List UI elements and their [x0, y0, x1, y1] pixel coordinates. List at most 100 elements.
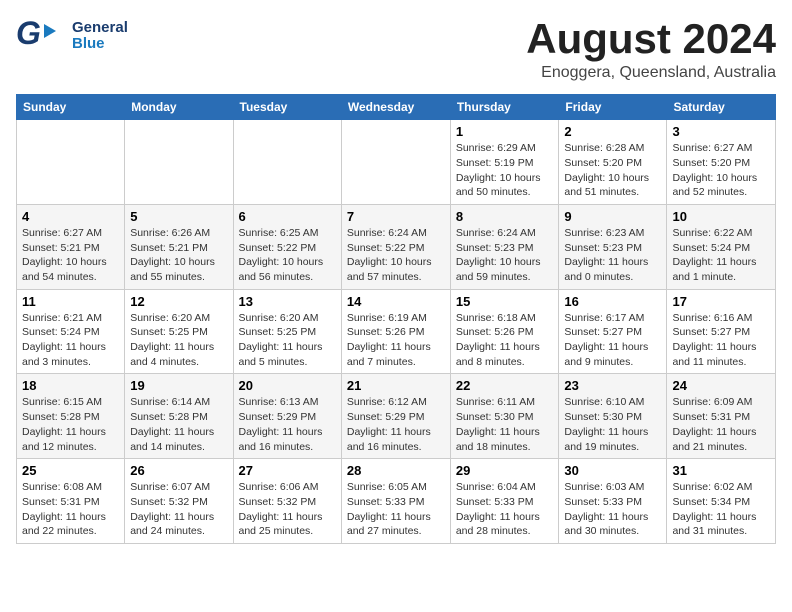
calendar-cell: 15Sunrise: 6:18 AMSunset: 5:26 PMDayligh… [450, 289, 559, 374]
calendar-cell [233, 120, 341, 205]
cell-info: Sunrise: 6:23 AMSunset: 5:23 PMDaylight:… [564, 226, 661, 285]
cell-info: Sunrise: 6:08 AMSunset: 5:31 PMDaylight:… [22, 480, 119, 539]
header-cell-thursday: Thursday [450, 95, 559, 120]
logo-blue-text: Blue [72, 36, 128, 53]
cell-info: Sunrise: 6:25 AMSunset: 5:22 PMDaylight:… [239, 226, 336, 285]
day-number: 31 [672, 463, 770, 478]
cell-info: Sunrise: 6:28 AMSunset: 5:20 PMDaylight:… [564, 141, 661, 200]
day-number: 13 [239, 294, 336, 309]
calendar-cell: 18Sunrise: 6:15 AMSunset: 5:28 PMDayligh… [17, 374, 125, 459]
calendar-cell: 24 Sunrise: 6:09 AMSunset: 5:31 PMDayligh… [667, 374, 776, 459]
day-number: 11 [22, 294, 119, 309]
calendar-body: 1Sunrise: 6:29 AMSunset: 5:19 PMDaylight… [17, 120, 776, 544]
calendar-cell: 22 Sunrise: 6:11 AMSunset: 5:30 PMDayligh… [450, 374, 559, 459]
day-number: 25 [22, 463, 119, 478]
header-cell-tuesday: Tuesday [233, 95, 341, 120]
day-number: 20 [239, 378, 336, 393]
cell-info: Sunrise: 6:20 AMSunset: 5:25 PMDaylight:… [239, 311, 336, 370]
page-header: G General Blue August 2024 Enoggera, Que… [16, 16, 776, 82]
day-number: 18 [22, 378, 119, 393]
header-cell-saturday: Saturday [667, 95, 776, 120]
calendar-cell [17, 120, 125, 205]
cell-info: Sunrise: 6:16 AMSunset: 5:27 PMDaylight:… [672, 311, 770, 370]
cell-info: Sunrise: 6:11 AMSunset: 5:30 PMDaylight:… [456, 395, 554, 454]
day-number: 10 [672, 209, 770, 224]
header-row: SundayMondayTuesdayWednesdayThursdayFrid… [17, 95, 776, 120]
week-row-4: 18Sunrise: 6:15 AMSunset: 5:28 PMDayligh… [17, 374, 776, 459]
header-cell-monday: Monday [125, 95, 233, 120]
cell-info: Sunrise: 6:21 AMSunset: 5:24 PMDaylight:… [22, 311, 119, 370]
cell-info: Sunrise: 6:24 AMSunset: 5:23 PMDaylight:… [456, 226, 554, 285]
calendar-cell: 4 Sunrise: 6:27 AMSunset: 5:21 PMDaylight… [17, 204, 125, 289]
day-number: 22 [456, 378, 554, 393]
calendar-cell: 29 Sunrise: 6:04 AMSunset: 5:33 PMDayligh… [450, 459, 559, 544]
calendar-cell: 14Sunrise: 6:19 AMSunset: 5:26 PMDayligh… [341, 289, 450, 374]
cell-info: Sunrise: 6:18 AMSunset: 5:26 PMDaylight:… [456, 311, 554, 370]
svg-text:G: G [16, 16, 41, 51]
calendar-cell: 2 Sunrise: 6:28 AMSunset: 5:20 PMDaylight… [559, 120, 667, 205]
day-number: 29 [456, 463, 554, 478]
day-number: 30 [564, 463, 661, 478]
week-row-5: 25 Sunrise: 6:08 AMSunset: 5:31 PMDayligh… [17, 459, 776, 544]
cell-info: Sunrise: 6:10 AMSunset: 5:30 PMDaylight:… [564, 395, 661, 454]
calendar-cell [125, 120, 233, 205]
header-cell-sunday: Sunday [17, 95, 125, 120]
title-block: August 2024 Enoggera, Queensland, Austra… [526, 16, 776, 82]
cell-info: Sunrise: 6:09 AMSunset: 5:31 PMDaylight:… [672, 395, 770, 454]
day-number: 1 [456, 124, 554, 139]
day-number: 19 [130, 378, 227, 393]
cell-info: Sunrise: 6:12 AMSunset: 5:29 PMDaylight:… [347, 395, 445, 454]
calendar-table: SundayMondayTuesdayWednesdayThursdayFrid… [16, 94, 776, 544]
calendar-cell: 6 Sunrise: 6:25 AMSunset: 5:22 PMDaylight… [233, 204, 341, 289]
day-number: 7 [347, 209, 445, 224]
cell-info: Sunrise: 6:24 AMSunset: 5:22 PMDaylight:… [347, 226, 445, 285]
day-number: 21 [347, 378, 445, 393]
day-number: 4 [22, 209, 119, 224]
week-row-3: 11 Sunrise: 6:21 AMSunset: 5:24 PMDayligh… [17, 289, 776, 374]
calendar-cell: 10 Sunrise: 6:22 AMSunset: 5:24 PMDayligh… [667, 204, 776, 289]
week-row-2: 4 Sunrise: 6:27 AMSunset: 5:21 PMDaylight… [17, 204, 776, 289]
cell-info: Sunrise: 6:27 AMSunset: 5:21 PMDaylight:… [22, 226, 119, 285]
day-number: 3 [672, 124, 770, 139]
day-number: 16 [564, 294, 661, 309]
calendar-cell: 17Sunrise: 6:16 AMSunset: 5:27 PMDayligh… [667, 289, 776, 374]
calendar-cell: 5 Sunrise: 6:26 AMSunset: 5:21 PMDaylight… [125, 204, 233, 289]
calendar-cell: 26 Sunrise: 6:07 AMSunset: 5:32 PMDayligh… [125, 459, 233, 544]
calendar-cell: 12Sunrise: 6:20 AMSunset: 5:25 PMDayligh… [125, 289, 233, 374]
week-row-1: 1Sunrise: 6:29 AMSunset: 5:19 PMDaylight… [17, 120, 776, 205]
logo: G General Blue [16, 16, 128, 56]
calendar-cell: 7 Sunrise: 6:24 AMSunset: 5:22 PMDaylight… [341, 204, 450, 289]
calendar-cell: 11 Sunrise: 6:21 AMSunset: 5:24 PMDayligh… [17, 289, 125, 374]
day-number: 6 [239, 209, 336, 224]
calendar-cell: 25 Sunrise: 6:08 AMSunset: 5:31 PMDayligh… [17, 459, 125, 544]
day-number: 8 [456, 209, 554, 224]
calendar-header: SundayMondayTuesdayWednesdayThursdayFrid… [17, 95, 776, 120]
day-number: 2 [564, 124, 661, 139]
page-subtitle: Enoggera, Queensland, Australia [526, 64, 776, 82]
calendar-cell: 13 Sunrise: 6:20 AMSunset: 5:25 PMDayligh… [233, 289, 341, 374]
cell-info: Sunrise: 6:14 AMSunset: 5:28 PMDaylight:… [130, 395, 227, 454]
day-number: 26 [130, 463, 227, 478]
day-number: 27 [239, 463, 336, 478]
calendar-cell: 21 Sunrise: 6:12 AMSunset: 5:29 PMDayligh… [341, 374, 450, 459]
cell-info: Sunrise: 6:03 AMSunset: 5:33 PMDaylight:… [564, 480, 661, 539]
logo-general-text: General [72, 20, 128, 37]
day-number: 28 [347, 463, 445, 478]
calendar-cell: 27 Sunrise: 6:06 AMSunset: 5:32 PMDayligh… [233, 459, 341, 544]
calendar-cell: 23Sunrise: 6:10 AMSunset: 5:30 PMDayligh… [559, 374, 667, 459]
header-cell-friday: Friday [559, 95, 667, 120]
calendar-cell: 9 Sunrise: 6:23 AMSunset: 5:23 PMDaylight… [559, 204, 667, 289]
cell-info: Sunrise: 6:04 AMSunset: 5:33 PMDaylight:… [456, 480, 554, 539]
cell-info: Sunrise: 6:07 AMSunset: 5:32 PMDaylight:… [130, 480, 227, 539]
cell-info: Sunrise: 6:26 AMSunset: 5:21 PMDaylight:… [130, 226, 227, 285]
cell-info: Sunrise: 6:06 AMSunset: 5:32 PMDaylight:… [239, 480, 336, 539]
cell-info: Sunrise: 6:13 AMSunset: 5:29 PMDaylight:… [239, 395, 336, 454]
cell-info: Sunrise: 6:22 AMSunset: 5:24 PMDaylight:… [672, 226, 770, 285]
calendar-cell: 28 Sunrise: 6:05 AMSunset: 5:33 PMDayligh… [341, 459, 450, 544]
day-number: 5 [130, 209, 227, 224]
day-number: 24 [672, 378, 770, 393]
cell-info: Sunrise: 6:05 AMSunset: 5:33 PMDaylight:… [347, 480, 445, 539]
calendar-cell: 20 Sunrise: 6:13 AMSunset: 5:29 PMDayligh… [233, 374, 341, 459]
calendar-cell: 16Sunrise: 6:17 AMSunset: 5:27 PMDayligh… [559, 289, 667, 374]
day-number: 9 [564, 209, 661, 224]
